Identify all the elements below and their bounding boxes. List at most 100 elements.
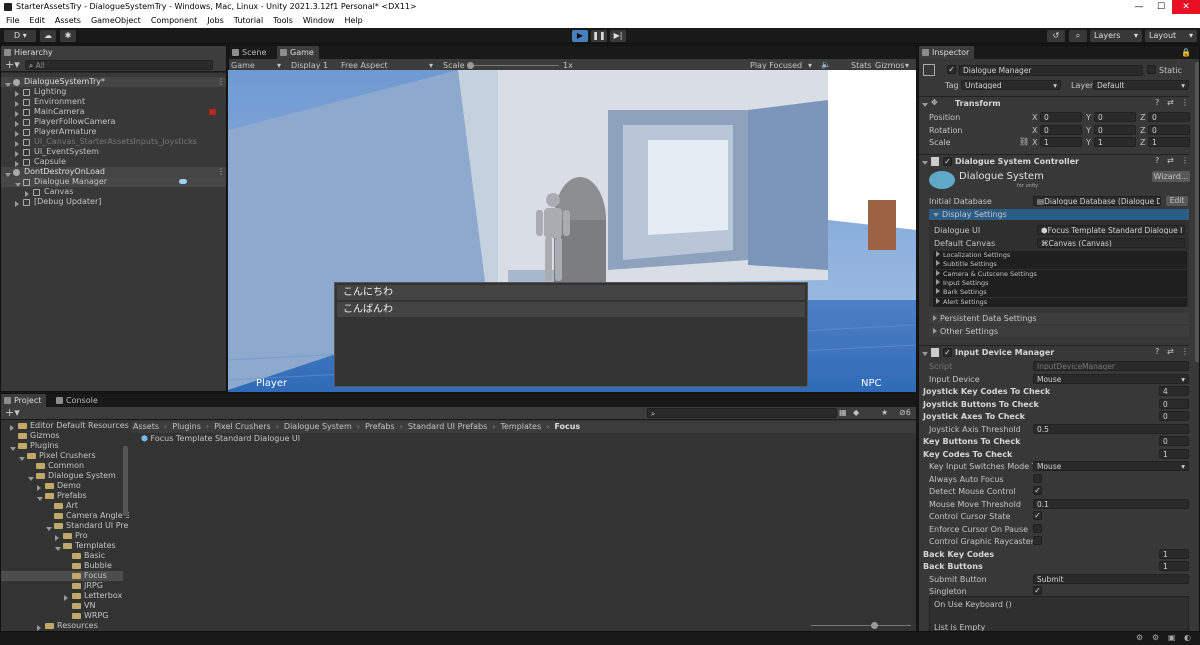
scale-slider-track[interactable]	[467, 65, 559, 66]
help-icon[interactable]: ?	[1155, 98, 1159, 107]
mute-audio-icon[interactable]: 🔈	[821, 60, 831, 69]
project-folder-item[interactable]: Pro	[1, 531, 123, 541]
menu-edit[interactable]: Edit	[29, 14, 45, 28]
project-folder-item[interactable]: VN	[1, 601, 123, 611]
transform-x-field[interactable]: 1	[1040, 137, 1082, 147]
project-folder-item[interactable]: Editor Default Resources	[1, 421, 129, 431]
project-tree-scrollbar[interactable]	[123, 446, 128, 516]
project-folder-item[interactable]: Art	[1, 501, 123, 511]
project-folder-item[interactable]: Prefabs	[1, 491, 123, 501]
menu-file[interactable]: File	[6, 14, 19, 28]
breadcrumb-item[interactable]: Focus	[554, 422, 580, 431]
idm-checkbox[interactable]	[1033, 523, 1042, 533]
idm-text-field[interactable]: 0.5	[1033, 423, 1189, 434]
maximize-button[interactable]: ☐	[1150, 0, 1172, 14]
filter-by-label-icon[interactable]: ◆	[853, 408, 859, 417]
hierarchy-item[interactable]: PlayerArmature	[1, 127, 226, 137]
idm-number-field[interactable]: 1	[1159, 548, 1189, 559]
lock-icon[interactable]: 🔒	[1181, 48, 1191, 57]
transform-z-field[interactable]: 0	[1148, 124, 1190, 135]
display-dropdown[interactable]: Display 1	[291, 61, 339, 70]
edit-button[interactable]: Edit	[1166, 196, 1188, 206]
pause-button[interactable]: ❚❚	[591, 30, 607, 42]
menu-tutorial[interactable]: Tutorial	[234, 14, 263, 28]
game-view[interactable]: こんにちわ こんばんわ Player NPC	[228, 70, 916, 392]
play-button[interactable]: ▶	[572, 30, 588, 42]
hierarchy-item[interactable]: Dialogue Manager	[1, 177, 226, 187]
zoom-slider-thumb[interactable]	[871, 622, 878, 629]
dialogue-option-1[interactable]: こんにちわ	[337, 285, 805, 300]
initial-database-field[interactable]: ▤Dialogue Database (Dialogue D	[1033, 196, 1161, 206]
project-folder-item[interactable]: Camera Angle S	[1, 511, 129, 521]
stats-button[interactable]: Stats	[851, 61, 871, 70]
account-dropdown[interactable]: D ▾	[4, 30, 36, 42]
idm-header[interactable]: ✓ Input Device Manager ? ⇄ ⋮	[919, 345, 1189, 358]
foldout-arrow-icon[interactable]	[37, 624, 44, 631]
foldout-arrow-icon[interactable]	[15, 200, 22, 210]
idm-number-field[interactable]: 0	[1159, 436, 1189, 446]
idm-text-field[interactable]: Submit	[1033, 573, 1189, 584]
breadcrumb-item[interactable]: Plugins	[172, 422, 201, 431]
hidden-packages-badge[interactable]: ⊘6	[899, 408, 911, 417]
favorite-icon[interactable]: ★	[881, 408, 888, 417]
asset-item[interactable]: ⬢ Focus Template Standard Dialogue UI	[141, 434, 300, 443]
menu-window[interactable]: Window	[303, 14, 335, 28]
project-search-input[interactable]: ⌕	[647, 408, 837, 418]
hierarchy-item[interactable]: Canvas	[1, 187, 226, 197]
project-folder-item[interactable]: Templates	[1, 541, 123, 551]
transform-y-field[interactable]: 1	[1094, 137, 1136, 147]
hierarchy-item[interactable]: DontDestroyOnLoad ⋮	[1, 167, 226, 177]
scale-slider-thumb[interactable]	[467, 62, 474, 69]
item-menu-icon[interactable]: ⋮	[217, 167, 225, 177]
help-icon[interactable]: ?	[1155, 347, 1159, 356]
transform-y-field[interactable]: 0	[1094, 112, 1136, 122]
project-folder-item[interactable]: Standard UI Pre	[1, 521, 128, 531]
add-icon[interactable]: +▾	[5, 59, 20, 71]
wizard-button[interactable]: Wizard...	[1152, 171, 1190, 182]
hierarchy-item[interactable]: Environment	[1, 97, 226, 107]
hierarchy-item[interactable]: DialogueSystemTry* ⋮	[1, 77, 226, 87]
project-folder-item[interactable]: JRPG	[1, 581, 123, 591]
sub-settings-foldout[interactable]: Camera & Cutscene Settings	[933, 269, 1187, 279]
breadcrumb-item[interactable]: Dialogue System	[284, 422, 352, 431]
minimize-button[interactable]: —	[1128, 0, 1150, 14]
close-button[interactable]: ✕	[1172, 0, 1200, 14]
project-folder-item[interactable]: Dialogue System	[1, 471, 123, 481]
menu-help[interactable]: Help	[344, 14, 362, 28]
transform-y-field[interactable]: 0	[1094, 124, 1136, 135]
hierarchy-item[interactable]: MainCamera	[1, 107, 226, 117]
menu-component[interactable]: Component	[151, 14, 197, 28]
transform-z-field[interactable]: 0	[1148, 112, 1190, 122]
default-canvas-field[interactable]: ⌘Canvas (Canvas)	[1037, 238, 1185, 248]
history-icon[interactable]: ↺	[1047, 30, 1065, 42]
search-icon[interactable]: ⌕	[1069, 30, 1087, 42]
dsc-header[interactable]: ✓ Dialogue System Controller ? ⇄ ⋮	[919, 154, 1189, 167]
dsc-enabled-checkbox[interactable]: ✓	[943, 157, 952, 166]
transform-x-field[interactable]: 0	[1040, 124, 1082, 135]
hierarchy-item[interactable]: PlayerFollowCamera	[1, 117, 226, 127]
aspect-dropdown[interactable]: Free Aspect ▾	[341, 61, 437, 70]
other-settings-foldout[interactable]: Other Settings	[929, 326, 1189, 337]
preset-icon[interactable]: ⇄	[1167, 156, 1174, 165]
idm-number-field[interactable]: 1	[1159, 448, 1189, 459]
collab-icon[interactable]: ✱	[60, 30, 76, 42]
project-folder-item[interactable]: Bubble	[1, 561, 123, 571]
zoom-slider-track[interactable]	[811, 625, 911, 626]
auto-generate-lighting-icon[interactable]: ⚙	[1136, 633, 1143, 642]
cloud-icon[interactable]: ☁	[40, 30, 56, 42]
tab-game[interactable]: Game	[277, 46, 319, 59]
create-asset-button[interactable]: +▾	[5, 407, 20, 419]
project-folder-item[interactable]: WRPG	[1, 611, 123, 621]
menu-assets[interactable]: Assets	[55, 14, 81, 28]
step-button[interactable]: ▶|	[610, 30, 626, 42]
sub-settings-foldout[interactable]: Subtitle Settings	[933, 260, 1187, 270]
hierarchy-search-input[interactable]: ⌕ All	[25, 60, 213, 70]
breadcrumb-item[interactable]: Assets	[133, 422, 159, 431]
object-name-field[interactable]: Dialogue Manager	[959, 65, 1143, 76]
transform-z-field[interactable]: 1	[1148, 137, 1190, 147]
project-folder-item[interactable]: Common	[1, 461, 123, 471]
idm-checkbox[interactable]	[1033, 473, 1042, 483]
project-folder-item[interactable]: Plugins	[1, 441, 123, 451]
tab-inspector[interactable]: Inspector	[919, 46, 975, 59]
dialogue-option-2[interactable]: こんばんわ	[337, 302, 805, 317]
